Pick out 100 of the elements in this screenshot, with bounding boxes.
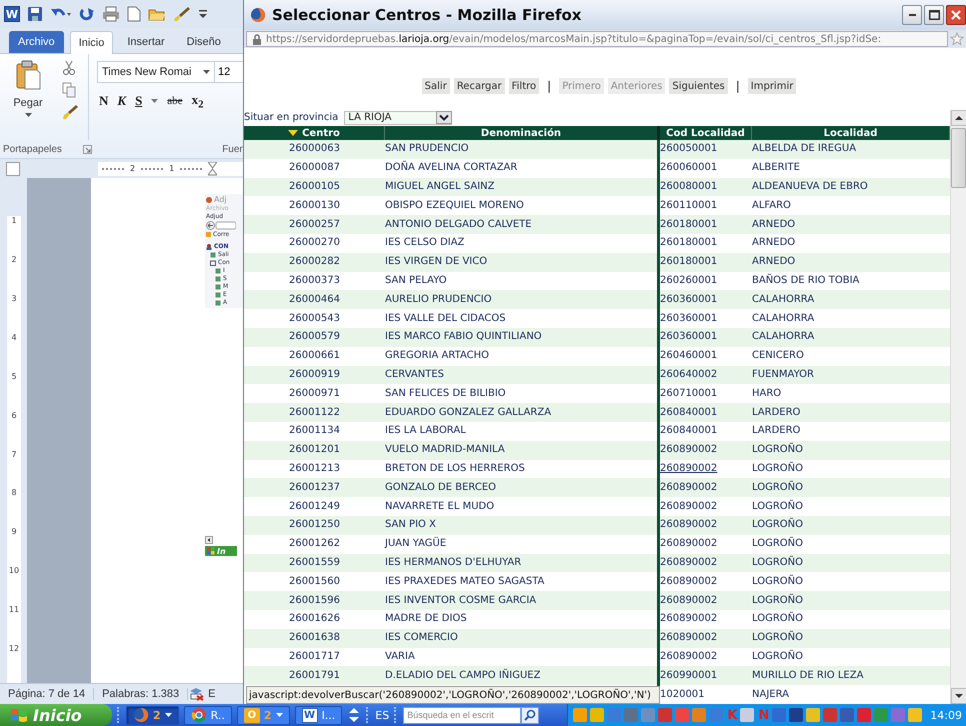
- format-button[interactable]: S: [135, 93, 142, 110]
- code-link[interactable]: 260890002: [660, 650, 718, 663]
- ribbon-tab[interactable]: Diseño: [178, 31, 229, 53]
- indent-marker-icon[interactable]: [208, 162, 218, 176]
- toolbar-button[interactable]: Recargar: [454, 78, 505, 94]
- table-row[interactable]: 26001201 VUELO MADRID-MANILA 260890002 LOGROÑO: [244, 440, 950, 460]
- format-button[interactable]: x$_{2}$: [192, 92, 204, 111]
- code-link[interactable]: 260460001: [660, 350, 718, 362]
- ribbon-tab[interactable]: Archivo: [9, 31, 64, 53]
- taskbar-button[interactable]: 2: [126, 706, 179, 724]
- code-link[interactable]: 260360001: [660, 312, 718, 325]
- code-link[interactable]: 260890002: [660, 576, 718, 588]
- table-row[interactable]: 26000282 IES VIRGEN DE VICO 260180001 ARNEDO: [244, 252, 950, 272]
- province-dropdown[interactable]: LA RIOJA: [344, 110, 452, 124]
- tray-icons-drawing[interactable]: [771, 706, 924, 724]
- table-row[interactable]: 26000464 AURELIO PRUDENCIO 260360001 CALAHORRA: [244, 290, 950, 310]
- save-icon[interactable]: [27, 6, 43, 22]
- table-row[interactable]: 26001596 IES INVENTOR COSME GARCIA 260890002 LOGROÑO: [244, 591, 950, 610]
- format-button[interactable]: abe: [167, 95, 183, 108]
- code-link[interactable]: 260840001: [660, 425, 718, 438]
- address-bar[interactable]: https://servidordepruebas.larioja.org/evain/modelos/marcosMain.jsp?titulo=&paginaTop=/evain/sol/ci_centros_Sfl.jsp?idSe:: [246, 31, 948, 47]
- code-link[interactable]: 260890002: [660, 613, 718, 626]
- format-button[interactable]: K: [117, 93, 126, 110]
- scroll-down-icon[interactable]: [951, 688, 966, 704]
- code-link[interactable]: 260180001: [660, 256, 718, 268]
- toolbar-grip[interactable]: [394, 707, 398, 723]
- code-link[interactable]: 260260001: [660, 274, 718, 287]
- paste-button[interactable]: Pegar: [13, 97, 43, 109]
- code-link[interactable]: 260990001: [660, 670, 718, 682]
- table-row[interactable]: 26000063 SAN PRUDENCIO 260050001 ALBELDA DE IREGUA: [244, 140, 950, 159]
- toolbar-button[interactable]: Siguientes: [669, 78, 728, 94]
- close-button[interactable]: [946, 5, 966, 25]
- maximize-button[interactable]: [924, 5, 944, 25]
- code-link[interactable]: 260890002: [660, 500, 718, 513]
- code-link[interactable]: 260890002: [660, 556, 718, 569]
- new-document-icon[interactable]: [127, 6, 141, 22]
- copy-icon[interactable]: [62, 82, 76, 98]
- scroll-arrows-icon[interactable]: [347, 705, 362, 725]
- code-link[interactable]: 260890002: [660, 462, 718, 475]
- table-row[interactable]: 26000257 ANTONIO DELGADO CALVETE 260180001 ARNEDO: [244, 215, 950, 234]
- table-row[interactable]: 26000105 MIGUEL ANGEL SAINZ 260080001 ALDEANUEVA DE EBRO: [244, 178, 950, 196]
- language-status[interactable]: E: [204, 688, 224, 700]
- table-row[interactable]: 26001262 JUAN YAGÜE 260890002 LOGROÑO: [244, 534, 950, 554]
- table-row[interactable]: 26001638 IES COMERCIO 260890002 LOGROÑO: [244, 628, 950, 648]
- font-size-field[interactable]: 12: [215, 61, 245, 83]
- code-link[interactable]: 260640002: [660, 368, 718, 381]
- table-row[interactable]: 26001237 GONZALO DE BERCEO 260890002 LOGROÑO: [244, 478, 950, 498]
- tray-icons-drawing[interactable]: [572, 706, 726, 724]
- code-link[interactable]: 260890002: [660, 482, 718, 494]
- code-link[interactable]: 260050001: [660, 143, 718, 156]
- vertical-scrollbar[interactable]: [950, 110, 966, 704]
- dialog-launcher-icon[interactable]: [83, 144, 92, 154]
- code-link[interactable]: 260710001: [660, 388, 718, 400]
- code-link[interactable]: 260060001: [660, 162, 718, 174]
- word-count[interactable]: Palabras: 1.383: [94, 688, 188, 700]
- toolbar-grip[interactable]: [117, 707, 121, 723]
- ribbon-tab[interactable]: Inicio: [70, 31, 114, 54]
- brush-icon[interactable]: [173, 6, 191, 22]
- format-button[interactable]: N: [99, 93, 108, 110]
- code-link[interactable]: 260180001: [660, 218, 718, 231]
- scroll-up-icon[interactable]: [951, 110, 966, 126]
- table-row[interactable]: 26001791 D.ELADIO DEL CAMPO IÑIGUEZ 260990001 MURILLO DE RIO LEZA: [244, 666, 950, 686]
- caret-icon[interactable]: [203, 70, 210, 74]
- table-row[interactable]: 26000919 CERVANTES 260640002 FUENMAYOR: [244, 366, 950, 384]
- code-link[interactable]: 260360001: [660, 294, 718, 306]
- scissors-icon[interactable]: [62, 60, 76, 76]
- code-link[interactable]: 260840001: [660, 406, 718, 419]
- code-link[interactable]: 1020001: [660, 688, 705, 700]
- toolbar-grip[interactable]: [366, 707, 370, 723]
- ribbon-tab[interactable]: Insertar: [119, 31, 173, 53]
- code-link[interactable]: 260360001: [660, 331, 718, 344]
- code-link[interactable]: 260890002: [660, 519, 718, 532]
- page-count[interactable]: Página: 7 de 14: [0, 688, 94, 700]
- code-link[interactable]: 260890002: [660, 594, 718, 607]
- clipboard-icon[interactable]: [15, 60, 41, 90]
- code-link[interactable]: 260890002: [660, 444, 718, 456]
- code-link[interactable]: 260890002: [660, 538, 718, 550]
- table-row[interactable]: 26001717 VARIA 260890002 LOGROÑO: [244, 648, 950, 666]
- bookmark-star-icon[interactable]: [950, 32, 964, 46]
- code-link[interactable]: 260080001: [660, 180, 718, 193]
- font-name-dropdown[interactable]: Times New Romai: [97, 61, 215, 83]
- caret-icon[interactable]: [24, 113, 32, 118]
- table-row[interactable]: 26001250 SAN PIO X 260890002 LOGROÑO: [244, 516, 950, 535]
- printer-icon[interactable]: [102, 6, 120, 22]
- search-button[interactable]: [521, 706, 540, 724]
- search-field[interactable]: Búsqueda en el escrit: [403, 706, 522, 724]
- scrollbar-thumb[interactable]: [951, 128, 966, 188]
- minimize-button[interactable]: [902, 5, 922, 25]
- caret-icon[interactable]: [151, 98, 158, 104]
- toolbar-button[interactable]: Filtro: [508, 78, 540, 94]
- taskbar-button[interactable]: W I...: [294, 706, 342, 724]
- brush-icon[interactable]: [62, 104, 78, 120]
- language-indicator[interactable]: ES: [375, 708, 390, 722]
- tab-selector-button[interactable]: [6, 162, 20, 176]
- table-row[interactable]: 26001122 EDUARDO GONZALEZ GALLARZA 260840001 LARDERO: [244, 403, 950, 422]
- redo-icon[interactable]: [79, 6, 95, 22]
- proofing-icon[interactable]: [188, 687, 204, 701]
- table-row[interactable]: 26000579 IES MARCO FABIO QUINTILIANO 260360001 CALAHORRA: [244, 328, 950, 347]
- table-row[interactable]: 26000373 SAN PELAYO 260260001 BAÑOS DE RIO TOBIA: [244, 272, 950, 290]
- toolbar-button[interactable]: Salir: [422, 78, 450, 94]
